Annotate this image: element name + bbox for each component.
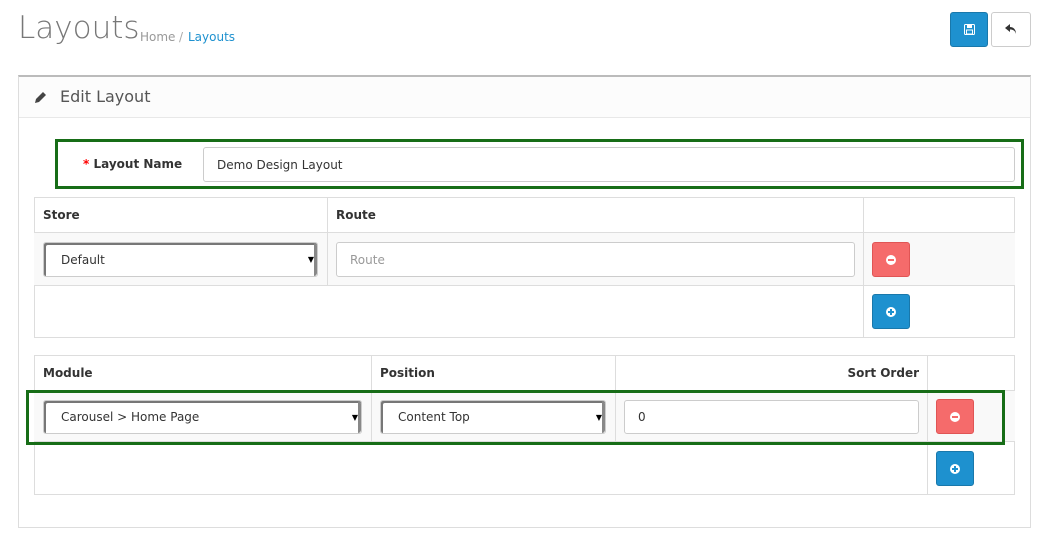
add-route-button[interactable]: [872, 294, 910, 329]
plus-circle-icon: [950, 463, 960, 474]
save-icon: [963, 24, 975, 35]
store-select[interactable]: Default ▼: [43, 242, 318, 277]
breadcrumb-layouts[interactable]: Layouts: [188, 30, 235, 44]
route-placeholder: Route: [350, 252, 385, 267]
store-value: Default: [61, 252, 105, 267]
module-row-highlight: [26, 390, 1005, 445]
route-header: Route: [336, 208, 376, 222]
layout-name-input[interactable]: Demo Design Layout: [203, 147, 1015, 182]
position-header: Position: [380, 366, 435, 380]
back-button[interactable]: [991, 12, 1031, 47]
save-button[interactable]: [950, 12, 988, 47]
breadcrumb-separator: /: [179, 30, 184, 44]
module-header: Module: [43, 366, 93, 380]
add-module-button[interactable]: [936, 451, 974, 486]
sort-order-header: Sort Order: [847, 366, 919, 380]
route-input[interactable]: Route: [336, 242, 855, 277]
breadcrumb-home[interactable]: Home: [140, 30, 175, 44]
panel-header: Edit Layout: [19, 77, 1030, 118]
plus-circle-icon: [886, 306, 896, 317]
store-header: Store: [43, 208, 80, 222]
layout-name-label: * Layout Name: [83, 157, 182, 171]
remove-route-button[interactable]: [872, 242, 910, 277]
caret-down-icon: ▼: [307, 255, 314, 264]
minus-circle-icon: [886, 254, 896, 265]
panel-title: Edit Layout: [60, 87, 151, 106]
pencil-icon: [35, 92, 46, 103]
page-title: Layouts: [18, 10, 140, 46]
required-mark: *: [83, 157, 90, 171]
reply-icon: [1004, 24, 1016, 34]
layout-name-label-text: Layout Name: [93, 157, 183, 171]
